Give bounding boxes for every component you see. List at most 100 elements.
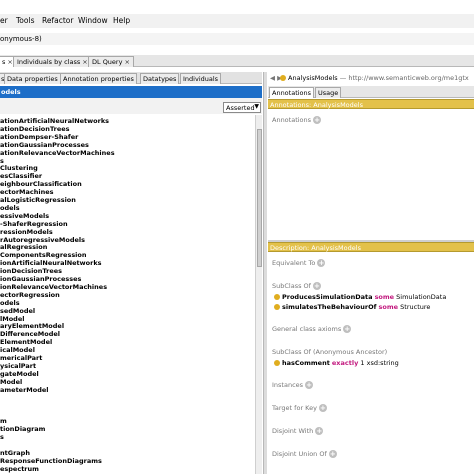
class-tree-item[interactable]: ElementModel <box>0 338 52 346</box>
subclass-anonymous-section: SubClass Of (Anonymous Ancestor) <box>272 348 387 356</box>
menu-item-tools[interactable]: Tools <box>16 16 34 25</box>
class-tree-item[interactable]: ionGaussianProcesses <box>0 275 81 283</box>
tab-dl-query[interactable]: DL Query × <box>88 56 134 67</box>
tab-individuals[interactable]: Individuals <box>180 73 222 84</box>
axiom-filler: Structure <box>400 303 431 311</box>
menu-item-refactor[interactable]: Refactor <box>42 16 73 25</box>
class-tree-item[interactable]: aryElementModel <box>0 322 64 330</box>
ontology-name: onymous-8) <box>0 35 42 43</box>
instances-label: Instances <box>272 381 304 389</box>
class-tree-item[interactable]: odels <box>0 299 20 307</box>
subclass-axiom[interactable]: simulatesTheBehaviourOf some Structure <box>282 303 430 311</box>
class-tree-item[interactable]: essiveModels <box>0 212 49 220</box>
annotations-header: Annotations: AnalysisModels <box>268 99 474 109</box>
tab-label: s <box>2 58 6 66</box>
entity-tab-row: s Data properties Annotation properties … <box>0 72 262 84</box>
class-tree-item[interactable]: odels <box>0 204 20 212</box>
class-tree-item[interactable]: ationRelevanceVectorMachines <box>0 149 115 157</box>
class-tree-item[interactable]: ResponseFunctionDiagrams <box>0 457 102 465</box>
class-tree-item[interactable]: alRegression <box>0 243 47 251</box>
split-divider[interactable] <box>263 72 267 474</box>
close-icon[interactable]: × <box>82 58 87 66</box>
class-tree-item[interactable]: rAutoregressiveModels <box>0 236 85 244</box>
class-tree-item[interactable]: ectorMachines <box>0 188 54 196</box>
class-tree-item[interactable]: ationDecisionTrees <box>0 125 70 133</box>
axiom-filler: SimulationData <box>396 293 447 301</box>
description-tab-row: Annotations Usage <box>268 86 474 98</box>
subclass-of-section: SubClass Of + <box>272 282 321 290</box>
class-tree-item[interactable]: ionArtificialNeuralNetworks <box>0 259 102 267</box>
tab-datatypes[interactable]: Datatypes <box>140 73 180 84</box>
class-tree-item[interactable]: sedModel <box>0 307 35 315</box>
class-tree-item[interactable]: ComponentsRegression <box>0 251 87 259</box>
tab-data-properties[interactable]: Data properties <box>4 73 61 84</box>
target-for-key-label: Target for Key <box>272 404 317 412</box>
class-tree-item[interactable]: ressionModels <box>0 228 53 236</box>
menu-item-help[interactable]: Help <box>113 16 130 25</box>
tab-annotation-properties[interactable]: Annotation properties <box>60 73 137 84</box>
class-tree-item[interactable]: tionDiagram <box>0 425 45 433</box>
class-tree-item[interactable]: -ShaferRegression <box>0 220 68 228</box>
hierarchy-mode-select[interactable]: Asserted ▼ <box>223 102 261 113</box>
class-tree-item[interactable]: icalModel <box>0 346 35 354</box>
class-tree-item[interactable]: gateModel <box>0 370 39 378</box>
class-tree-item[interactable]: m <box>0 417 7 425</box>
add-instance-icon[interactable]: + <box>305 381 314 389</box>
annotations-label: Annotations <box>272 116 312 124</box>
tab-individuals-by-class[interactable]: Individuals by class × <box>13 56 92 67</box>
add-disjoint-icon[interactable]: + <box>315 427 324 435</box>
add-superclass-icon[interactable]: + <box>312 282 321 290</box>
class-icon <box>280 75 286 81</box>
axiom-keyword: some <box>378 303 399 311</box>
close-icon[interactable]: × <box>124 58 129 66</box>
class-tree-item[interactable]: ntGraph <box>0 449 30 457</box>
class-tree-item[interactable]: ationDempser-Shafer <box>0 133 78 141</box>
class-tree-item[interactable]: ionDecisionTrees <box>0 267 62 275</box>
menu-item-window[interactable]: Window <box>78 16 108 25</box>
add-equivalent-icon[interactable]: + <box>317 259 326 267</box>
class-tree-item[interactable]: eighbourClassification <box>0 180 82 188</box>
add-disjoint-union-icon[interactable]: + <box>328 450 337 458</box>
subclass-axiom[interactable]: ProducesSimulationData some SimulationDa… <box>282 293 446 301</box>
class-tree[interactable]: ationArtificialNeuralNetworks ationDecisi… <box>0 115 254 474</box>
class-expression-icon <box>274 304 280 310</box>
class-tree-item[interactable]: ationArtificialNeuralNetworks <box>0 117 109 125</box>
add-key-icon[interactable]: + <box>318 404 327 412</box>
scrollbar-thumb[interactable] <box>257 129 262 267</box>
axiom-filler: 1 xsd:string <box>360 359 399 367</box>
anonymous-ancestor-axiom[interactable]: hasComment exactly 1 xsd:string <box>282 359 399 367</box>
class-tree-item[interactable]: s <box>0 433 4 441</box>
disjoint-with-label: Disjoint With <box>272 427 314 435</box>
tab-usage[interactable]: Usage <box>315 87 342 98</box>
class-tree-item[interactable]: ectorRegression <box>0 291 60 299</box>
class-tree-item[interactable]: ionRelevanceVectorMachines <box>0 283 107 291</box>
class-tree-item[interactable]: Model <box>0 378 22 386</box>
description-panel: Equivalent To + SubClass Of + ProducesSimu… <box>268 254 474 474</box>
axiom-property: simulatesTheBehaviourOf <box>282 303 377 311</box>
menu-item-file[interactable]: er <box>0 16 8 25</box>
class-tree-scrollbar[interactable] <box>255 115 262 474</box>
class-tree-item[interactable]: s <box>0 157 4 165</box>
class-tree-item[interactable]: DifferenceModel <box>0 330 60 338</box>
entity-title: AnalysisModels — http://www.semanticweb.… <box>280 74 469 82</box>
ontology-bar: onymous-8) <box>0 33 474 45</box>
tab-label: Individuals by class <box>17 58 81 66</box>
equivalent-to-section: Equivalent To + <box>272 259 326 267</box>
class-tree-item[interactable]: ationGaussianProcesses <box>0 141 89 149</box>
class-tree-item[interactable]: espectrum <box>0 465 39 473</box>
target-for-key-section: Target for Key + <box>272 404 327 412</box>
class-tree-item[interactable]: ysicalPart <box>0 362 36 370</box>
instances-section: Instances + <box>272 381 314 389</box>
add-annotation-icon[interactable]: + <box>313 116 322 124</box>
class-expression-icon <box>274 360 280 366</box>
tab-annotations[interactable]: Annotations <box>269 87 315 98</box>
class-tree-item[interactable]: Clustering <box>0 164 38 172</box>
class-tree-item[interactable]: lModel <box>0 315 24 323</box>
class-tree-item[interactable]: esClassifier <box>0 172 42 180</box>
workspace-tab-row: s × Individuals by class × DL Query × <box>0 55 474 67</box>
class-tree-item[interactable]: ameterModel <box>0 386 49 394</box>
class-tree-item[interactable]: mericalPart <box>0 354 42 362</box>
class-tree-item[interactable]: alLogisticRegression <box>0 196 76 204</box>
annotations-section: Annotations + <box>272 116 322 124</box>
add-general-axiom-icon[interactable]: + <box>343 325 352 333</box>
